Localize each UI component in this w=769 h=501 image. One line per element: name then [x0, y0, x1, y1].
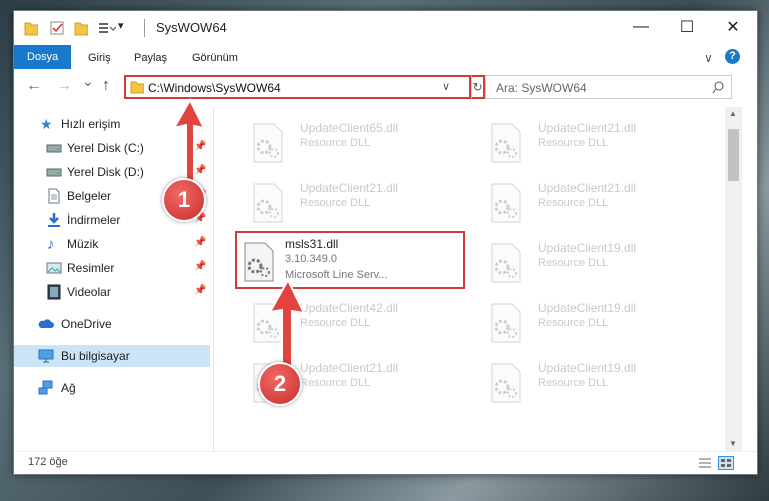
annotation-arrows — [171, 97, 306, 373]
arrow-to-address-bar — [171, 97, 206, 191]
step-2-badge: 2 — [258, 362, 302, 406]
arrow-to-file — [268, 277, 306, 373]
step-1-badge: 1 — [162, 178, 206, 222]
